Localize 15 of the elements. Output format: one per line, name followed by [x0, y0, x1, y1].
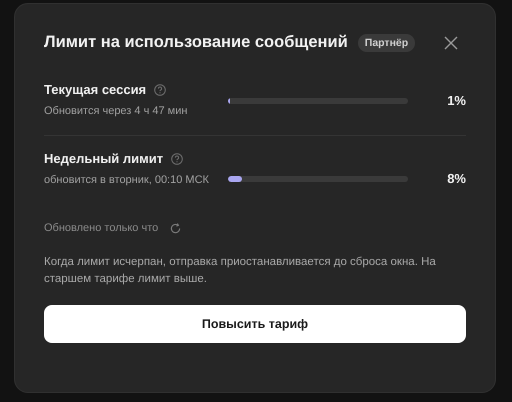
usage-percent: 1%	[447, 93, 466, 108]
upgrade-button[interactable]: Повысить тариф	[44, 305, 466, 343]
usage-percent: 8%	[447, 171, 466, 186]
limit-name: Текущая сессия	[44, 82, 146, 97]
limit-name: Недельный лимит	[44, 151, 164, 166]
limit-note: Когда лимит исчерпан, отправка приостанавливается до сброса окна. На старшем тарифе лимит выше.	[44, 255, 437, 287]
reset-time: обновится в вторник, 00:10 МСК	[44, 173, 210, 188]
refresh-icon[interactable]	[170, 222, 182, 234]
plan-badge: Партнёр	[358, 34, 416, 52]
updated-status: Обновлено только что	[44, 222, 158, 234]
close-icon[interactable]	[444, 36, 458, 50]
help-icon[interactable]	[171, 152, 184, 164]
help-icon[interactable]	[154, 84, 166, 96]
reset-time: Обновится через 4 ч 47 мин	[44, 104, 188, 119]
dialog-title: Лимит на использование сообщений	[44, 33, 348, 52]
